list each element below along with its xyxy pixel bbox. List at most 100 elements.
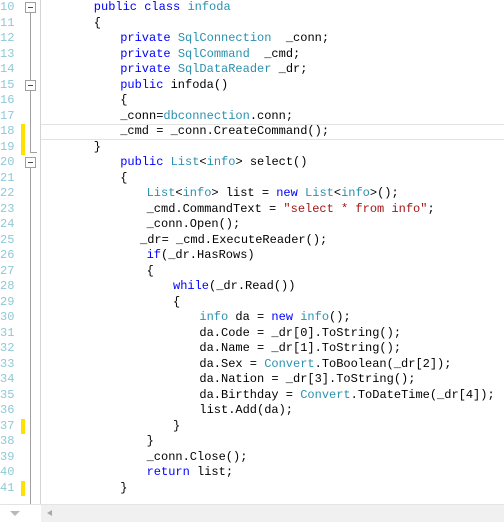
change-marker bbox=[21, 418, 25, 434]
code-line[interactable]: private SqlDataReader _dr; bbox=[120, 62, 307, 78]
code-token-pl: da = bbox=[228, 310, 272, 324]
code-token-pl: _cmd; bbox=[249, 46, 301, 61]
code-token-str: "select * from info" bbox=[283, 201, 428, 216]
code-text-area[interactable]: public class infoda{private SqlConnectio… bbox=[41, 0, 504, 505]
code-token-pl: { bbox=[173, 294, 181, 309]
code-line[interactable]: while(_dr.Read()) bbox=[173, 279, 295, 295]
code-token-kw: new bbox=[276, 186, 298, 200]
code-line[interactable]: da.Sex = Convert.ToBoolean(_dr[2]); bbox=[199, 357, 451, 373]
code-token-typ: SqlConnection bbox=[177, 31, 272, 45]
line-number: 29 bbox=[0, 294, 15, 309]
code-token-pl: list; bbox=[189, 465, 234, 479]
line-number: 28 bbox=[0, 279, 15, 293]
code-token-typ: info bbox=[341, 186, 370, 200]
code-token-pl: .ToBoolean(_dr[2]); bbox=[314, 356, 452, 371]
code-token-typ: info bbox=[199, 310, 229, 324]
line-number: 12 bbox=[0, 31, 15, 45]
line-number: 34 bbox=[0, 372, 15, 386]
change-marker bbox=[21, 139, 25, 155]
code-line[interactable]: { bbox=[94, 16, 101, 32]
code-line[interactable]: public List<info> select() bbox=[120, 155, 307, 171]
code-line[interactable]: List<info> list = new List<info>(); bbox=[147, 186, 399, 202]
code-token-pl: list.Add(da); bbox=[199, 403, 294, 417]
outline-spine bbox=[30, 166, 31, 505]
code-line[interactable]: da.Nation = _dr[3].ToString(); bbox=[199, 372, 415, 388]
line-number: 14 bbox=[0, 62, 15, 76]
code-token-kw: class bbox=[144, 0, 181, 14]
line-number: 18 bbox=[0, 124, 15, 138]
code-token-typ: SqlDataReader bbox=[177, 62, 272, 76]
code-line[interactable]: { bbox=[147, 264, 154, 280]
code-line[interactable]: _conn.Open(); bbox=[147, 217, 241, 233]
code-token-kw: new bbox=[271, 310, 294, 324]
code-token-pl: da.Sex = bbox=[199, 356, 265, 371]
code-token-kw: while bbox=[173, 279, 210, 293]
line-number: 16 bbox=[0, 93, 15, 107]
code-line[interactable]: _conn.Close(); bbox=[147, 450, 248, 466]
code-line[interactable]: public infoda() bbox=[120, 78, 228, 94]
code-line[interactable]: da.Name = _dr[1].ToString(); bbox=[199, 341, 401, 357]
code-token-pl: .ToDateTime(_dr[4]); bbox=[350, 387, 495, 402]
line-number: 24 bbox=[0, 217, 15, 231]
code-token-typ: List bbox=[146, 186, 176, 200]
outline-toggle-minus-box[interactable] bbox=[25, 79, 36, 91]
code-line[interactable]: list.Add(da); bbox=[199, 403, 293, 419]
horizontal-scrollbar[interactable] bbox=[0, 504, 504, 522]
code-line[interactable]: } bbox=[147, 434, 154, 450]
code-line[interactable]: info da = new info(); bbox=[199, 310, 350, 326]
code-editor[interactable]: 10 11 12 13 14 15 16 17 18 19 20 21 22 23 24 25 26 27 28 29… bbox=[0, 0, 504, 522]
code-line[interactable]: { bbox=[173, 295, 180, 311]
code-line[interactable]: { bbox=[120, 93, 127, 109]
outline-toggle-minus-box[interactable] bbox=[25, 157, 36, 168]
code-line[interactable]: } bbox=[94, 140, 101, 156]
line-number: 36 bbox=[0, 403, 15, 417]
code-token-pl: { bbox=[146, 263, 154, 278]
line-number: 10 bbox=[0, 0, 15, 14]
code-line[interactable]: da.Code = _dr[0].ToString(); bbox=[199, 326, 401, 342]
code-token-pl: .conn; bbox=[249, 108, 294, 123]
outline-end-tick bbox=[30, 151, 37, 153]
code-line[interactable]: return list; bbox=[147, 465, 233, 481]
code-token-kw: if bbox=[146, 248, 161, 262]
code-line[interactable]: } bbox=[173, 419, 180, 435]
code-line[interactable]: private SqlCommand _cmd; bbox=[120, 47, 300, 63]
outline-toggle-minus-box[interactable] bbox=[25, 2, 36, 13]
code-token-typ: info bbox=[300, 310, 330, 324]
code-line[interactable]: _dr= _cmd.ExecuteReader(); bbox=[140, 233, 327, 249]
line-number: 22 bbox=[0, 186, 15, 200]
code-token-pl: _conn.Close(); bbox=[146, 449, 248, 464]
code-line[interactable]: { bbox=[120, 171, 127, 187]
scroll-left-button[interactable] bbox=[42, 505, 58, 522]
code-token-kw: private bbox=[120, 62, 171, 76]
line-number: 15 bbox=[0, 77, 15, 92]
horizontal-scroll-track[interactable] bbox=[57, 505, 504, 522]
code-token-typ: infoda bbox=[187, 0, 231, 14]
code-line[interactable]: _cmd = _conn.CreateCommand(); bbox=[120, 124, 329, 140]
code-token-pl: _conn; bbox=[271, 31, 330, 45]
code-token-kw: return bbox=[146, 465, 190, 479]
line-number: 30 bbox=[0, 310, 15, 324]
line-number: 27 bbox=[0, 263, 15, 278]
code-line[interactable]: _cmd.CommandText = "select * from info"; bbox=[147, 202, 435, 218]
code-line[interactable]: public class infoda bbox=[94, 0, 231, 16]
code-line[interactable]: _conn=dbconnection.conn; bbox=[120, 109, 293, 125]
code-line[interactable]: da.Birthday = Convert.ToDateTime(_dr[4])… bbox=[199, 388, 494, 404]
line-number: 40 bbox=[0, 465, 15, 479]
code-token-pl: < bbox=[333, 186, 342, 200]
code-line[interactable]: private SqlConnection _conn; bbox=[120, 31, 329, 47]
line-number: 33 bbox=[0, 356, 15, 371]
arrow-down-icon[interactable] bbox=[10, 511, 20, 516]
code-token-pl: > select() bbox=[235, 155, 308, 169]
line-number: 26 bbox=[0, 248, 15, 262]
code-token-typ: Convert bbox=[300, 387, 351, 402]
code-token-pl: da.Name = _dr[1].ToString(); bbox=[199, 341, 402, 355]
code-token-typ: info bbox=[182, 186, 212, 200]
code-line[interactable]: if(_dr.HasRows) bbox=[147, 248, 255, 264]
code-token-typ: dbconnection bbox=[163, 108, 250, 123]
code-token-pl: (_dr.HasRows) bbox=[161, 248, 255, 262]
code-line[interactable]: } bbox=[120, 481, 127, 497]
line-number: 31 bbox=[0, 325, 15, 340]
